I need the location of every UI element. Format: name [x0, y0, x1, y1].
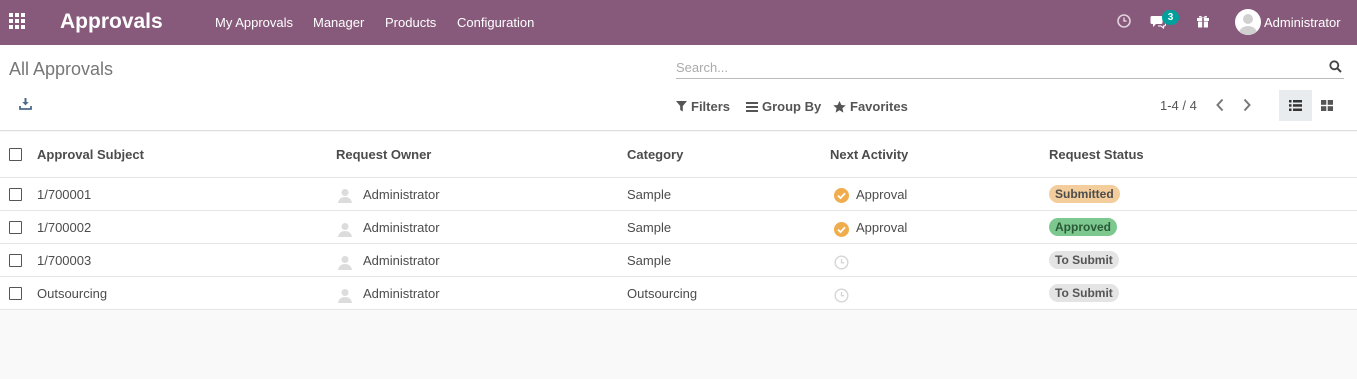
status-badge: Submitted — [1049, 185, 1120, 203]
kanban-view-icon — [1321, 100, 1333, 111]
owner-avatar-icon — [337, 254, 353, 270]
group-by-label: Group By — [762, 99, 822, 114]
table-row[interactable]: 1/700002 Administrator Sample Approval A… — [0, 211, 1357, 244]
table-header: Approval Subject Request Owner Category … — [0, 132, 1357, 178]
user-menu[interactable]: Administrator — [1264, 15, 1341, 30]
app-brand[interactable]: Approvals — [60, 10, 163, 34]
favorites-label: Favorites — [850, 99, 908, 114]
row-checkbox[interactable] — [9, 254, 22, 267]
select-all-checkbox[interactable] — [9, 148, 22, 161]
request-owner: Administrator — [363, 286, 440, 301]
request-owner: Administrator — [363, 220, 440, 235]
table-row[interactable]: Outsourcing Administrator Outsourcing To… — [0, 277, 1357, 310]
category: Sample — [627, 220, 672, 235]
activity-clock-icon[interactable] — [834, 255, 849, 273]
activity-check-icon[interactable] — [834, 222, 849, 237]
download-icon[interactable] — [19, 97, 32, 113]
list-bars-icon — [746, 101, 758, 112]
column-approval-subject[interactable]: Approval Subject — [37, 147, 144, 162]
top-navbar: Approvals My Approvals Manager Products … — [0, 0, 1357, 45]
chevron-right-icon[interactable] — [1242, 98, 1252, 115]
search-bar — [676, 56, 1344, 79]
chevron-left-icon[interactable] — [1215, 98, 1225, 115]
row-checkbox[interactable] — [9, 221, 22, 234]
row-checkbox[interactable] — [9, 188, 22, 201]
star-icon — [833, 100, 846, 113]
row-checkbox[interactable] — [9, 287, 22, 300]
owner-avatar-icon — [337, 221, 353, 237]
activity-check-icon[interactable] — [834, 188, 849, 203]
column-request-owner[interactable]: Request Owner — [336, 147, 431, 162]
next-activity: Approval — [856, 187, 908, 202]
list-view-icon — [1289, 100, 1302, 111]
pager-value[interactable]: 1-4 / 4 — [1160, 98, 1197, 113]
list-view-button[interactable] — [1279, 90, 1312, 121]
approval-subject: 1/700002 — [37, 220, 92, 235]
search-icon[interactable] — [1329, 60, 1342, 76]
request-owner: Administrator — [363, 187, 440, 202]
table-row[interactable]: 1/700003 Administrator Sample To Submit — [0, 244, 1357, 277]
search-input[interactable] — [676, 56, 1316, 78]
column-request-status[interactable]: Request Status — [1049, 147, 1144, 162]
column-next-activity[interactable]: Next Activity — [830, 147, 908, 162]
status-badge: Approved — [1049, 218, 1118, 236]
request-owner: Administrator — [363, 253, 440, 268]
approval-subject: 1/700003 — [37, 253, 92, 268]
column-category[interactable]: Category — [627, 147, 683, 162]
gift-icon[interactable] — [1196, 14, 1210, 31]
owner-avatar-icon — [337, 187, 353, 203]
status-badge: To Submit — [1049, 251, 1119, 269]
table-row[interactable]: 1/700001 Administrator Sample Approval S… — [0, 178, 1357, 211]
filters-button[interactable]: Filters — [676, 99, 730, 114]
favorites-button[interactable]: Favorites — [833, 99, 908, 114]
apps-menu-icon[interactable] — [9, 13, 27, 29]
breadcrumb-title: All Approvals — [9, 59, 114, 79]
activity-clock-icon[interactable] — [834, 288, 849, 306]
next-activity: Approval — [856, 220, 908, 235]
activity-clock-icon[interactable] — [1117, 14, 1131, 31]
status-badge: To Submit — [1049, 284, 1119, 302]
filter-icon — [676, 101, 687, 112]
menu-configuration[interactable]: Configuration — [457, 15, 534, 30]
category: Sample — [627, 253, 672, 268]
messages-badge: 3 — [1162, 10, 1179, 25]
approval-subject: 1/700001 — [37, 187, 92, 202]
category: Sample — [627, 187, 672, 202]
user-avatar[interactable] — [1235, 9, 1261, 35]
group-by-button[interactable]: Group By — [746, 99, 821, 114]
menu-manager[interactable]: Manager — [313, 15, 364, 30]
menu-products[interactable]: Products — [385, 15, 436, 30]
control-panel: All Approvals Filters Group By Favorites… — [0, 45, 1357, 131]
kanban-view-button[interactable] — [1315, 90, 1339, 121]
category: Outsourcing — [627, 286, 698, 301]
approval-subject: Outsourcing — [37, 286, 108, 301]
menu-my-approvals[interactable]: My Approvals — [215, 15, 293, 30]
owner-avatar-icon — [337, 287, 353, 303]
filters-label: Filters — [691, 99, 731, 114]
